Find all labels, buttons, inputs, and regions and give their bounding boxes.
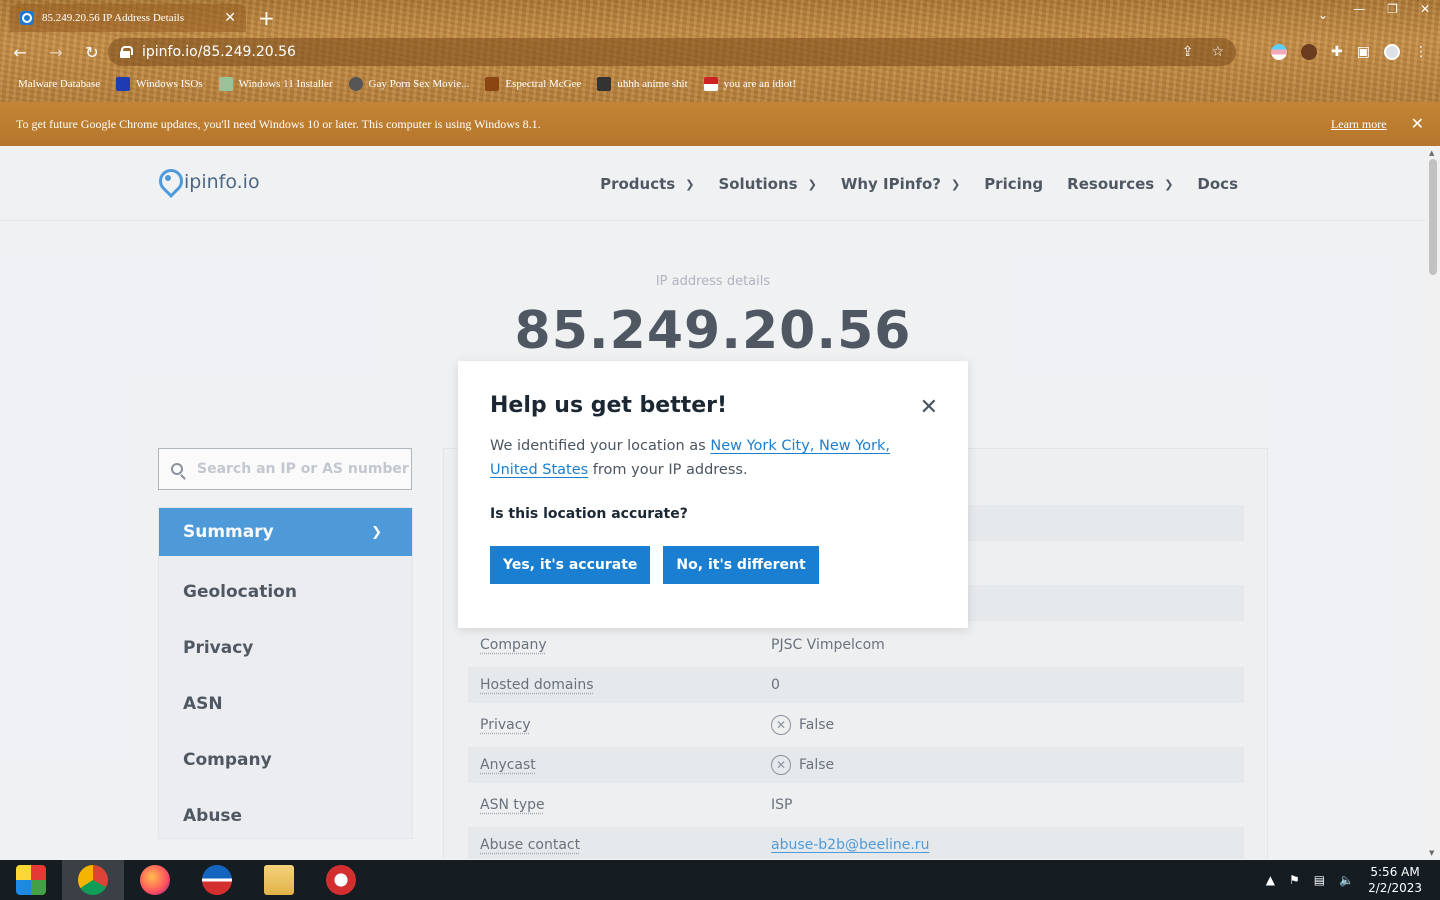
url-text: ipinfo.io/85.249.20.56 [142, 44, 296, 60]
taskbar-obama-app[interactable] [186, 860, 248, 900]
extension-avatar-icon[interactable] [1301, 44, 1318, 60]
close-infobar-icon[interactable]: ✕ [1411, 114, 1424, 134]
taskbar-app-launcher[interactable] [0, 860, 62, 900]
close-modal-icon[interactable]: ✕ [920, 395, 938, 420]
no-different-button[interactable]: No, it's different [663, 546, 819, 584]
modal-title: Help us get better! [490, 393, 728, 418]
modal-buttons: Yes, it's accurate No, it's different [490, 546, 936, 584]
extensions-puzzle-icon[interactable]: ✚ [1331, 44, 1343, 60]
address-bar[interactable]: ipinfo.io/85.249.20.56 ⇪ ☆ [108, 38, 1236, 66]
close-window-icon[interactable]: ✕ [1420, 2, 1430, 16]
volume-icon[interactable]: 🔈 [1339, 873, 1354, 887]
tab-title: 85.249.20.56 IP Address Details [42, 12, 184, 24]
taskbar-firefox[interactable] [124, 860, 186, 900]
menu-kebab-icon[interactable]: ⋮ [1414, 44, 1428, 60]
update-message: To get future Google Chrome updates, you… [16, 116, 541, 131]
bookmark-item[interactable]: Malware Database [18, 78, 100, 90]
window-controls: — ❐ ✕ [1353, 0, 1430, 18]
action-center-flag-icon[interactable]: ⚑ [1289, 873, 1300, 887]
page-scrollbar[interactable]: ▲ ▼ [1426, 147, 1440, 859]
yes-accurate-button[interactable]: Yes, it's accurate [490, 546, 651, 584]
update-infobar: To get future Google Chrome updates, you… [0, 102, 1440, 146]
clock[interactable]: 5:56 AM 2/2/2023 [1368, 864, 1422, 896]
browser-chrome: 85.249.20.56 IP Address Details ✕ + ⌄ — … [0, 0, 1440, 102]
chrome-icon [78, 865, 108, 895]
obama-logo-icon [202, 865, 232, 895]
bookmark-star-icon[interactable]: ☆ [1211, 44, 1224, 60]
share-icon[interactable]: ⇪ [1182, 44, 1194, 60]
bookmark-image-icon [218, 77, 233, 91]
bookmarks-bar: Malware Database Windows ISOs Windows 11… [0, 72, 796, 96]
scroll-up-icon[interactable]: ▲ [1429, 149, 1434, 157]
bookmark-globe-icon [348, 77, 363, 91]
side-panel-icon[interactable]: ▣ [1357, 44, 1370, 60]
taskbar-app[interactable] [310, 860, 372, 900]
bookmark-flag-icon [703, 77, 718, 91]
bookmark-anime-icon [597, 77, 612, 91]
lock-icon[interactable] [120, 46, 133, 58]
taskbar-chrome[interactable] [62, 860, 124, 900]
bookmark-face-icon [485, 77, 500, 91]
minimize-icon[interactable]: — [1353, 2, 1365, 16]
app-launcher-icon [16, 865, 46, 895]
close-tab-icon[interactable]: ✕ [224, 10, 236, 26]
firefox-icon [140, 865, 170, 895]
browser-toolbar: ← → ↻ ipinfo.io/85.249.20.56 ⇪ ☆ ✚ ▣ ⋮ [0, 36, 1440, 68]
scrollbar-thumb[interactable] [1429, 159, 1437, 275]
extension-flag-icon[interactable] [1271, 44, 1288, 60]
bookmark-item[interactable]: Espectral McGee [485, 77, 581, 91]
bookmark-item[interactable]: you are an idiot! [703, 77, 796, 91]
bookmark-item[interactable]: Windows ISOs [116, 77, 203, 91]
location-feedback-modal: Help us get better! ✕ We identified your… [458, 361, 968, 628]
modal-question: Is this location accurate? [490, 506, 688, 522]
system-tray: ▲ ⚑ ▤ 🔈 5:56 AM 2/2/2023 [1266, 864, 1440, 896]
bookmark-item[interactable]: Gay Porn Sex Movie... [348, 77, 469, 91]
taskbar-file-explorer[interactable] [248, 860, 310, 900]
modal-text: We identified your location as New York … [490, 438, 891, 478]
back-icon[interactable]: ← [4, 43, 36, 62]
windows-taskbar: ▲ ⚑ ▤ 🔈 5:56 AM 2/2/2023 [0, 860, 1440, 900]
web-page: ipinfo.io Products ❯ Solutions ❯ Why IPinf… [0, 147, 1426, 859]
bookmark-item[interactable]: Windows 11 Installer [218, 77, 333, 91]
forward-icon[interactable]: → [40, 43, 72, 62]
ipinfo-favicon-icon [20, 11, 34, 25]
reload-icon[interactable]: ↻ [76, 43, 108, 62]
tray-expand-icon[interactable]: ▲ [1266, 873, 1275, 887]
bookmark-x-icon [116, 77, 131, 91]
new-tab-button[interactable]: + [258, 6, 275, 30]
scroll-down-icon[interactable]: ▼ [1429, 849, 1434, 857]
restore-icon[interactable]: ❐ [1387, 2, 1398, 16]
browser-tab[interactable]: 85.249.20.56 IP Address Details ✕ [10, 4, 246, 32]
tab-search-chevron-icon[interactable]: ⌄ [1318, 8, 1328, 22]
profile-icon[interactable] [1384, 44, 1400, 60]
learn-more-link[interactable]: Learn more [1331, 117, 1387, 132]
folder-icon [264, 865, 294, 895]
network-icon[interactable]: ▤ [1314, 873, 1325, 887]
red-app-icon [326, 865, 356, 895]
bookmark-item[interactable]: uhhh anime shit [597, 77, 688, 91]
